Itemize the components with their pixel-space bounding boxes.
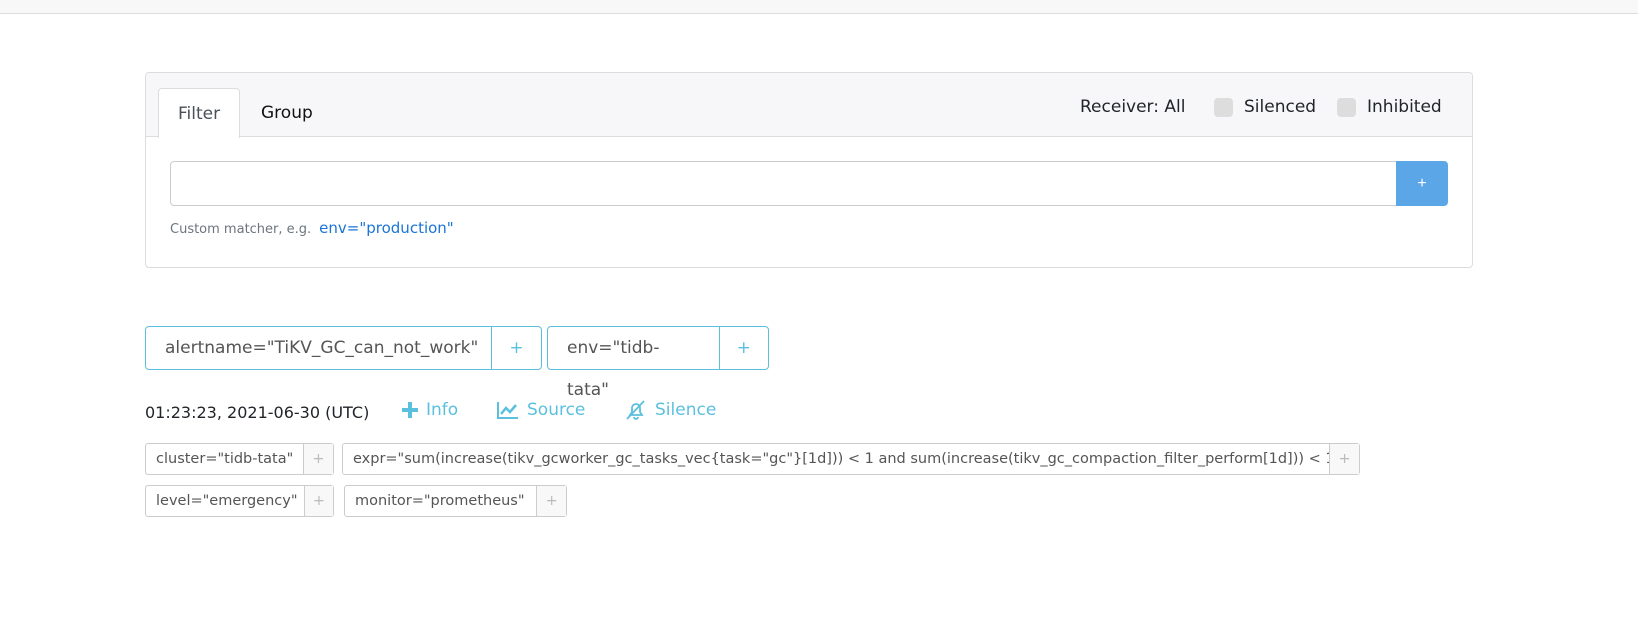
checkbox-box[interactable] — [1337, 97, 1356, 117]
label-cluster[interactable]: cluster="tidb-tata" + — [145, 443, 334, 475]
alert-time: 01:23:23, 2021-06-30 (UTC) — [145, 402, 370, 422]
group-label-env[interactable]: env="tidb-tata" + — [547, 326, 769, 400]
example-link[interactable]: env="production" — [319, 219, 454, 237]
inhibited-label: Inhibited — [1367, 97, 1442, 117]
label-text: monitor="prometheus" — [345, 486, 538, 516]
label-monitor[interactable]: monitor="prometheus" + — [344, 485, 567, 517]
info-button[interactable]: Info — [402, 400, 458, 420]
plus-icon[interactable]: + — [1330, 444, 1359, 474]
plus-icon[interactable]: + — [720, 327, 768, 369]
inhibited-checkbox[interactable]: Inhibited — [1337, 97, 1442, 117]
silenced-label: Silenced — [1244, 97, 1317, 117]
top-bar — [0, 0, 1638, 14]
label-expr[interactable]: expr="sum(increase(tikv_gcworker_gc_task… — [342, 443, 1360, 475]
silence-button[interactable]: Silence — [625, 400, 716, 420]
plus-icon[interactable]: + — [537, 486, 566, 516]
silenced-checkbox[interactable]: Silenced — [1214, 97, 1316, 117]
plus-icon — [402, 402, 418, 418]
info-label: Info — [426, 400, 459, 420]
chart-line-icon — [497, 402, 518, 419]
group-label-alertname[interactable]: alertname="TiKV_GC_can_not_work" + — [145, 326, 542, 370]
source-button[interactable]: Source — [497, 400, 585, 420]
silence-label: Silence — [655, 400, 717, 420]
label-level[interactable]: level="emergency" + — [145, 485, 334, 517]
filter-card: Filter Group Receiver: All Silenced Inhi… — [145, 72, 1473, 268]
checkbox-box[interactable] — [1214, 97, 1233, 117]
bell-slash-icon — [626, 400, 645, 420]
receiver-selector[interactable]: Receiver: All — [1080, 97, 1185, 117]
source-label: Source — [527, 400, 586, 420]
add-matcher-button[interactable]: + — [1396, 161, 1448, 206]
tab-filter[interactable]: Filter — [158, 88, 241, 138]
group-label-text[interactable]: env="tidb-tata" — [548, 327, 720, 400]
group-label-text[interactable]: alertname="TiKV_GC_can_not_work" — [146, 327, 492, 369]
label-text: level="emergency" — [146, 486, 305, 516]
plus-icon[interactable]: + — [304, 444, 333, 474]
label-text: cluster="tidb-tata" — [146, 444, 304, 474]
help-text: Custom matcher, e.g. env="production" — [170, 219, 454, 237]
tab-group[interactable]: Group — [242, 88, 332, 138]
help-label: Custom matcher, e.g. — [170, 222, 312, 237]
plus-icon[interactable]: + — [492, 327, 541, 369]
plus-icon[interactable]: + — [305, 486, 333, 516]
label-text: expr="sum(increase(tikv_gcworker_gc_task… — [343, 444, 1331, 474]
card-header: Filter Group Receiver: All Silenced Inhi… — [146, 73, 1472, 138]
matcher-input[interactable] — [170, 161, 1397, 206]
